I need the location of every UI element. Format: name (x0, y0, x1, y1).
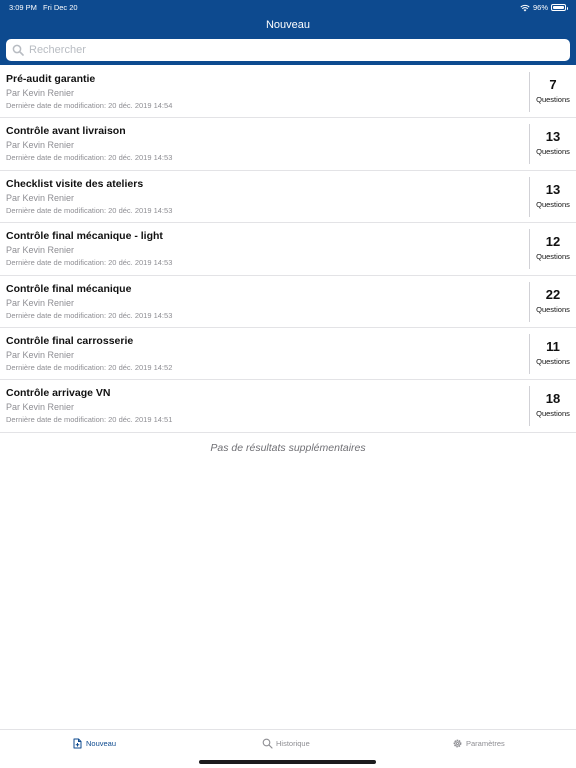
list-item[interactable]: Pré-audit garantie Par Kevin Renier Dern… (0, 66, 576, 119)
list-item[interactable]: Contrôle final mécanique - light Par Kev… (0, 223, 576, 276)
status-time: 3:09 PM (9, 3, 37, 12)
item-question-count: 13 (545, 129, 561, 145)
item-question-count: 12 (545, 234, 561, 250)
search-bar[interactable] (6, 39, 570, 61)
item-modified-date: Dernière date de modification: 20 déc. 2… (6, 101, 173, 110)
item-title: Pré-audit garantie (6, 73, 96, 85)
item-title: Contrôle final mécanique - light (6, 230, 163, 243)
item-question-label: Questions (536, 147, 570, 157)
list-item[interactable]: Checklist visite des ateliers Par Kevin … (0, 171, 576, 224)
item-modified-date: Dernière date de modification: 20 déc. 2… (6, 310, 173, 320)
item-author: Par Kevin Renier (6, 297, 75, 308)
item-modified-date: Dernière date de modification: 20 déc. 2… (6, 415, 173, 425)
item-modified-date: Dernière date de modification: 20 déc. 2… (6, 258, 173, 268)
tab-historique-label: Historique (276, 739, 310, 748)
tab-nouveau[interactable]: Nouveau (72, 738, 116, 749)
item-title: Contrôle final mécanique (6, 282, 132, 295)
item-title: Contrôle avant livraison (6, 125, 126, 138)
status-indicators: 96% (520, 3, 568, 12)
item-author: Par Kevin Renier (6, 88, 75, 98)
tab-historique[interactable]: Historique (262, 738, 310, 749)
navigation-header: 3:09 PM Fri Dec 20 96% Nouveau (0, 0, 576, 65)
item-author: Par Kevin Renier (6, 245, 75, 256)
home-indicator[interactable] (199, 760, 376, 764)
item-question-label: Questions (536, 304, 570, 314)
new-document-icon (73, 738, 82, 749)
list-item[interactable]: Contrôle arrivage VN Par Kevin Renier De… (0, 380, 576, 433)
item-title: Contrôle arrivage VN (6, 387, 111, 400)
tab-parametres-label: Paramètres (466, 739, 505, 748)
search-icon (262, 738, 273, 749)
item-author: Par Kevin Renier (6, 192, 75, 203)
item-question-label: Questions (536, 252, 570, 262)
item-title: Checklist visite des ateliers (6, 177, 144, 190)
item-question-label: Questions (536, 356, 570, 366)
item-question-count: 7 (549, 77, 557, 92)
item-question-label: Questions (536, 409, 570, 419)
page-title: Nouveau (265, 19, 311, 31)
no-more-results-text: Pas de résultats supplémentaires (210, 442, 366, 454)
gear-icon (453, 739, 462, 748)
item-author: Par Kevin Renier (6, 402, 75, 413)
item-question-label: Questions (536, 95, 570, 104)
item-question-count: 22 (545, 286, 561, 302)
item-title: Contrôle final carrosserie (6, 334, 134, 347)
item-modified-date: Dernière date de modification: 20 déc. 2… (6, 362, 173, 372)
item-modified-date: Dernière date de modification: 20 déc. 2… (6, 205, 173, 215)
status-bar: 3:09 PM Fri Dec 20 96% (0, 0, 576, 14)
item-modified-date: Dernière date de modification: 20 déc. 2… (6, 153, 173, 163)
item-question-count: 18 (545, 391, 561, 407)
item-author: Par Kevin Renier (6, 140, 75, 151)
checklist-list: Pré-audit garantie Par Kevin Renier Dern… (0, 66, 576, 433)
status-date: Fri Dec 20 (43, 3, 78, 12)
item-author: Par Kevin Renier (6, 349, 75, 360)
battery-percent: 96% (532, 3, 548, 12)
search-icon (12, 44, 24, 56)
search-input[interactable] (29, 44, 549, 56)
list-item[interactable]: Contrôle final carrosserie Par Kevin Ren… (0, 328, 576, 381)
item-question-count: 11 (546, 338, 560, 354)
battery-icon (551, 4, 568, 11)
wifi-icon (520, 4, 530, 11)
list-item[interactable]: Contrôle final mécanique Par Kevin Renie… (0, 276, 576, 328)
tab-nouveau-label: Nouveau (86, 739, 117, 748)
item-question-label: Questions (536, 199, 570, 209)
tab-parametres[interactable]: Paramètres (452, 738, 505, 749)
list-item[interactable]: Contrôle avant livraison Par Kevin Renie… (0, 118, 576, 171)
item-question-count: 13 (545, 181, 561, 197)
